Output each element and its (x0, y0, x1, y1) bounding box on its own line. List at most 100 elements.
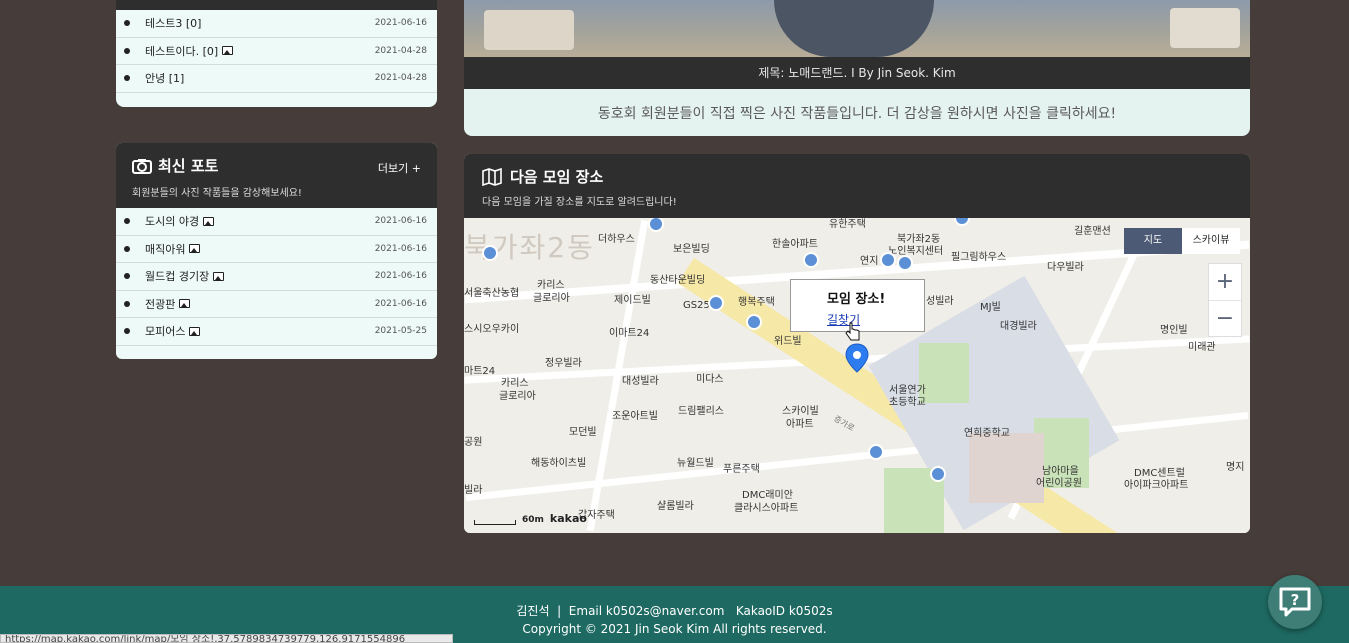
bus-stop-icon[interactable] (482, 245, 498, 261)
photo-title[interactable]: 전광판 (145, 296, 175, 312)
skyview-button[interactable]: 스카이뷰 (1182, 228, 1240, 254)
map-label: 마트24 (464, 366, 496, 377)
map-icon (482, 167, 502, 186)
map-label: 제이드빌 (614, 295, 651, 306)
photo-caption: 제목: 노매드랜드. I By Jin Seok. Kim (464, 57, 1250, 89)
recent-posts-card: 테스트3 [0] 2021-06-16 테스트이다. [0] 2021-04-2… (116, 0, 437, 107)
card-title: 다음 모임 장소 (482, 166, 1232, 187)
bus-stop-icon[interactable] (708, 295, 724, 311)
list-item[interactable]: 테스트3 [0] 2021-06-16 (116, 10, 437, 38)
map-label: 미래관 (1188, 342, 1216, 353)
map-label: 빌라 (464, 485, 483, 496)
map-label: 다우빌라 (1047, 262, 1084, 273)
photo-title[interactable]: 월드컵 경기장 (145, 268, 209, 284)
photo-list: 도시의 야경 2021-06-16 매직아워 2021-06-16 월드컵 경기… (116, 208, 437, 346)
kakao-map[interactable]: 북가좌2동 더하우스 보은빌딩 한솔아파트 유한주택 북가좌2동 노인복지센터 … (464, 218, 1250, 533)
map-label: 서울축산농협 (464, 288, 520, 299)
map-label: 스시오우카이 (464, 324, 520, 335)
map-label: 행복주택 (738, 297, 775, 308)
map-label: 연희중학교 (964, 428, 1010, 439)
map-label: 정우빌라 (545, 358, 582, 369)
bus-stop-icon[interactable] (880, 252, 896, 268)
image-icon (222, 46, 234, 56)
map-label: 성빌라 (926, 296, 954, 307)
map-label: 뉴월드빌 (677, 458, 714, 469)
zoom-control: + − (1208, 263, 1242, 337)
post-title[interactable]: 테스트3 [0] (145, 15, 201, 31)
photo-description: 동호회 회원분들이 직접 찍은 사진 작품들입니다. 더 감상을 원하시면 사진… (597, 106, 1117, 122)
bus-stop-icon[interactable] (648, 218, 664, 232)
map-label: 아이파크아파트 (1124, 480, 1189, 491)
list-item[interactable]: 안녕 [1] 2021-04-28 (116, 65, 437, 93)
map-view-button[interactable]: 지도 (1124, 228, 1182, 254)
photo-date: 2021-06-16 (374, 271, 427, 282)
svg-text:?: ? (1291, 591, 1300, 609)
photo-person-shape (774, 0, 934, 57)
browser-status-url: https://map.kakao.com/link/map/모임 장소!,37… (0, 634, 453, 643)
map-label: 노인복지센터 (888, 246, 944, 257)
more-link[interactable]: 더보기 + (378, 160, 421, 176)
list-item[interactable]: 테스트이다. [0] 2021-04-28 (116, 38, 437, 65)
map-label: 한솔아파트 (772, 239, 818, 250)
list-item[interactable]: 전광판 2021-06-16 (116, 291, 437, 318)
photo-date: 2021-05-25 (374, 326, 427, 337)
location-pin-icon[interactable] (845, 343, 869, 373)
map-label: GS25 (683, 300, 710, 311)
post-title[interactable]: 테스트이다. [0] (145, 43, 218, 59)
bus-stop-icon[interactable] (954, 218, 970, 226)
zoom-in-button[interactable]: + (1209, 264, 1241, 300)
bus-stop-icon[interactable] (897, 255, 913, 271)
map-label: 연지 (860, 256, 879, 267)
featured-photo-image[interactable] (464, 0, 1250, 57)
image-icon (189, 244, 201, 254)
card-title-text: 최신 포토 (158, 157, 219, 175)
bullet (124, 273, 130, 280)
image-icon (213, 271, 225, 281)
post-date: 2021-04-28 (374, 45, 427, 56)
photo-date: 2021-06-16 (374, 298, 427, 309)
scale-bar (474, 520, 516, 525)
image-icon (189, 326, 201, 336)
help-button[interactable]: ? (1268, 575, 1322, 629)
bus-stop-icon[interactable] (868, 444, 884, 460)
bus-stop-icon[interactable] (746, 314, 762, 330)
photo-title[interactable]: 모피어스 (145, 323, 185, 339)
photo-title[interactable]: 도시의 야경 (145, 213, 199, 229)
card-subtitle: 회원분들의 사진 작품들을 감상해보세요! (132, 188, 302, 199)
map-label: MJ빌 (980, 302, 1001, 313)
meeting-map-card: 다음 모임 장소 다음 모임을 가질 장소를 지도로 알려드립니다! 북가좌2동… (464, 154, 1250, 533)
hand-cursor-icon (845, 322, 860, 341)
bus-stop-icon[interactable] (803, 252, 819, 268)
bullet (124, 75, 130, 82)
map-label: 대경빌라 (1000, 321, 1037, 332)
map-label: 초등학교 (889, 397, 926, 408)
image-icon (203, 216, 215, 226)
photo-title[interactable]: 매직아워 (145, 241, 185, 257)
map-label: 클라시스아파트 (734, 503, 799, 514)
photo-date: 2021-06-16 (374, 243, 427, 254)
list-item[interactable]: 모피어스 2021-05-25 (116, 318, 437, 346)
bullet (124, 300, 130, 307)
camera-icon (132, 158, 152, 174)
featured-photo-block: 제목: 노매드랜드. I By Jin Seok. Kim 동호회 회원분들이 … (464, 0, 1250, 136)
photo-date: 2021-06-16 (374, 216, 427, 227)
map-label: 이마트24 (609, 328, 650, 339)
post-title[interactable]: 안녕 [1] (145, 70, 184, 86)
map-label: 드림팰리스 (678, 406, 724, 417)
bullet (124, 218, 130, 225)
bullet (124, 245, 130, 252)
bullet (124, 328, 130, 335)
recent-posts-list: 테스트3 [0] 2021-06-16 테스트이다. [0] 2021-04-2… (116, 10, 437, 93)
map-label: 조운아트빌 (612, 411, 658, 422)
zoom-out-button[interactable]: − (1209, 300, 1241, 336)
card-header: 다음 모임 장소 다음 모임을 가질 장소를 지도로 알려드립니다! (464, 154, 1250, 218)
list-item[interactable]: 월드컵 경기장 2021-06-16 (116, 263, 437, 291)
info-title: 모임 장소! (827, 292, 886, 307)
list-item[interactable]: 매직아워 2021-06-16 (116, 236, 437, 263)
scale-label: 60m (522, 515, 544, 525)
footer-contact: 김진석 | Email k0502s@naver.com KakaoID k05… (516, 604, 833, 618)
bus-stop-icon[interactable] (930, 466, 946, 482)
map-label: 미다스 (696, 374, 724, 385)
post-date: 2021-04-28 (374, 73, 427, 84)
list-item[interactable]: 도시의 야경 2021-06-16 (116, 208, 437, 236)
